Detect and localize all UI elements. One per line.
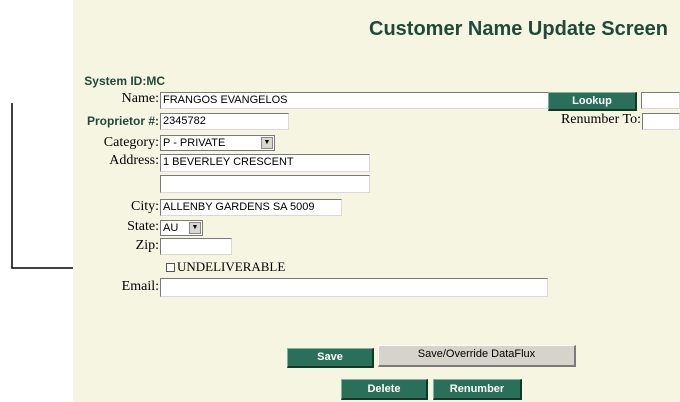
- proprietor-input[interactable]: 2345782: [160, 113, 289, 130]
- category-select[interactable]: P - PRIVATE ▼: [160, 135, 275, 151]
- state-select[interactable]: AU ▼: [160, 220, 203, 236]
- address-label: Address:: [109, 153, 159, 168]
- city-input[interactable]: ALLENBY GARDENS SA 5009: [160, 199, 342, 216]
- zip-label: Zip:: [135, 238, 159, 253]
- chevron-down-icon[interactable]: ▼: [189, 222, 201, 234]
- undeliverable-label: UNDELIVERABLE: [177, 259, 286, 274]
- chevron-down-icon[interactable]: ▼: [261, 137, 273, 149]
- delete-button[interactable]: Delete: [341, 379, 428, 400]
- proprietor-label: Proprietor #:: [86, 114, 159, 128]
- renumber-button[interactable]: Renumber: [433, 379, 522, 400]
- state-label: State:: [127, 219, 159, 234]
- name-label: Name:: [121, 91, 159, 106]
- page-title: Customer Name Update Screen: [369, 18, 668, 40]
- form-panel: Customer Name Update Screen System ID:MC…: [73, 0, 680, 402]
- email-label: Email:: [121, 279, 159, 294]
- city-label: City:: [130, 199, 159, 214]
- category-label: Category:: [103, 135, 159, 150]
- system-id-label: System ID:MC: [84, 74, 165, 88]
- lookup-input[interactable]: [641, 92, 680, 109]
- lookup-button[interactable]: Lookup: [548, 92, 637, 111]
- undeliverable-checkbox[interactable]: [166, 263, 175, 272]
- email-input[interactable]: [160, 278, 548, 297]
- save-button[interactable]: Save: [287, 348, 374, 368]
- save-override-dataflux-button[interactable]: Save/Override DataFlux: [378, 345, 576, 367]
- address-line1-input[interactable]: 1 BEVERLEY CRESCENT: [160, 154, 370, 172]
- zip-input[interactable]: [160, 238, 232, 255]
- address-line2-input[interactable]: [160, 175, 370, 193]
- renumber-to-label: Renumber To:: [560, 112, 641, 127]
- system-id-value: MC: [146, 74, 165, 88]
- renumber-to-input[interactable]: [642, 113, 680, 130]
- category-select-value: P - PRIVATE: [163, 137, 226, 149]
- state-select-value: AU: [163, 222, 179, 234]
